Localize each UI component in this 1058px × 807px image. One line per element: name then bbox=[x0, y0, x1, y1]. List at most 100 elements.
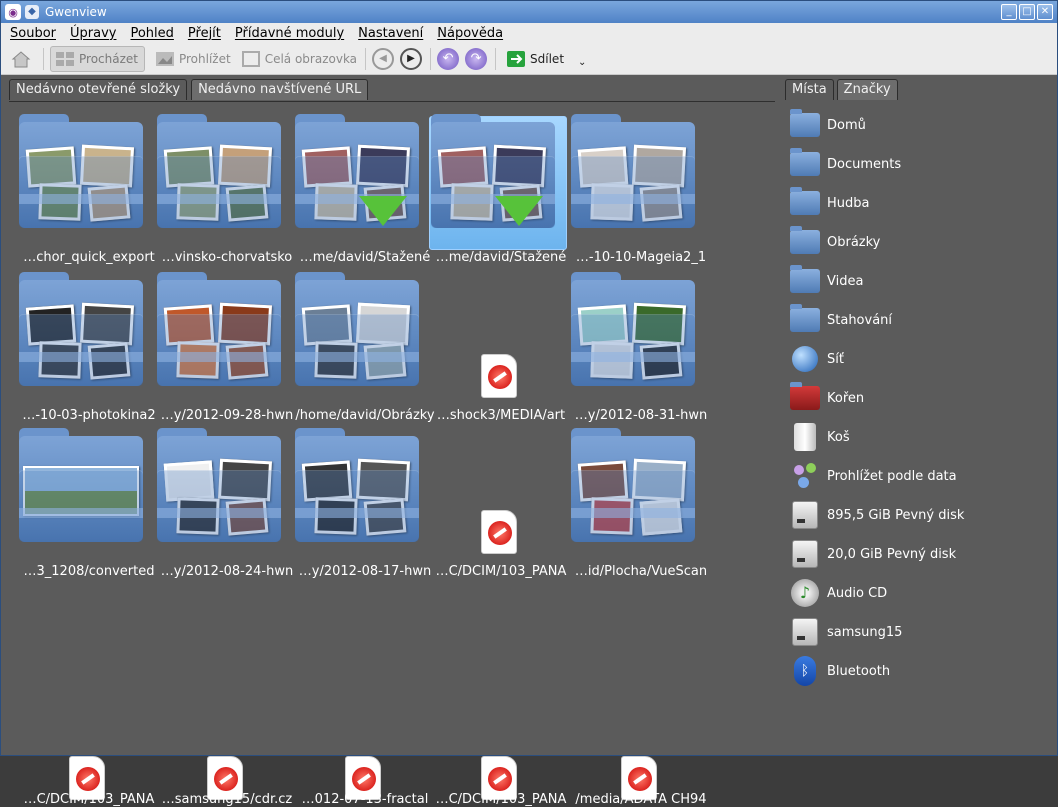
folder-thumbnail[interactable]: …y/2012-08-17-hwn bbox=[295, 424, 433, 579]
place-label: Koš bbox=[827, 429, 850, 445]
fullscreen-label: Celá obrazovka bbox=[264, 51, 358, 66]
folder-thumbnail[interactable]: …-10-10-Mageia2_1 bbox=[571, 110, 709, 265]
toolbar-separator bbox=[430, 47, 432, 70]
home-button[interactable] bbox=[7, 46, 35, 72]
minimize-button[interactable]: _ bbox=[1001, 4, 1017, 20]
tab-tags[interactable]: Značky bbox=[836, 79, 898, 100]
thumbnail-label: …y/2012-08-17-hwn bbox=[298, 564, 432, 579]
folder-icon bbox=[295, 114, 419, 228]
place-item[interactable]: Koš bbox=[789, 420, 1051, 454]
place-label: Obrázky bbox=[827, 234, 881, 250]
folder-thumbnail[interactable]: …y/2012-08-24-hwn bbox=[157, 424, 295, 579]
folder-thumbnail[interactable]: …3_1208/converted bbox=[19, 424, 157, 579]
file-thumbnail[interactable]: …C/DCIM/103_PANA bbox=[431, 652, 569, 807]
maximize-button[interactable]: □ bbox=[1019, 4, 1035, 20]
menu-soubor[interactable]: Soubor bbox=[10, 26, 56, 41]
folder-thumbnail[interactable]: …id/Plocha/VueScan bbox=[571, 424, 709, 579]
calendar-browse-icon bbox=[789, 461, 821, 491]
download-arrow-icon bbox=[495, 196, 543, 226]
bluetooth-icon: ᛒ bbox=[789, 656, 821, 686]
previous-button[interactable]: ◀ bbox=[372, 47, 395, 70]
thumbnail-label: …y/2012-09-28-hwn bbox=[160, 408, 294, 423]
tab-recent-folders[interactable]: Nedávno otevřené složky bbox=[9, 79, 188, 100]
tab-places[interactable]: Místa bbox=[785, 79, 834, 100]
place-item[interactable]: Síť bbox=[789, 342, 1051, 376]
thumbnail-label: …-10-10-Mageia2_1 bbox=[575, 250, 707, 265]
folder-icon bbox=[431, 114, 555, 228]
file-thumbnail[interactable]: …C/DCIM/103_PANA bbox=[431, 424, 569, 579]
place-item[interactable]: ᛒ Bluetooth bbox=[789, 654, 1051, 688]
folder-thumbnail[interactable]: …vinsko-chorvatsko bbox=[157, 110, 295, 265]
place-label: 895,5 GiB Pevný disk bbox=[827, 507, 965, 523]
browse-button[interactable]: Procházet bbox=[50, 45, 145, 72]
folder-icon bbox=[157, 114, 281, 228]
place-label: Audio CD bbox=[827, 585, 888, 601]
file-thumbnail[interactable]: /media/ADATA CH94 bbox=[571, 652, 709, 807]
place-item[interactable]: 20,0 GiB Pevný disk bbox=[789, 537, 1051, 571]
place-item[interactable]: Obrázky bbox=[789, 225, 1051, 259]
folder-thumbnail[interactable]: …me/david/Stažené bbox=[429, 110, 569, 265]
folder-thumbnail[interactable]: …y/2012-09-28-hwn bbox=[157, 268, 295, 423]
menu-pohled[interactable]: Pohled bbox=[130, 26, 173, 41]
place-item[interactable]: samsung15 bbox=[789, 615, 1051, 649]
fullscreen-button[interactable]: Celá obrazovka bbox=[237, 46, 357, 72]
folder-icon bbox=[789, 148, 821, 179]
thumbnail-label: …C/DCIM/103_PANA bbox=[23, 792, 155, 807]
menu-upravy[interactable]: Úpravy bbox=[70, 26, 116, 41]
chevron-down-icon[interactable]: ⌄ bbox=[578, 57, 586, 68]
folder-thumbnail[interactable]: …y/2012-08-31-hwn bbox=[571, 268, 709, 423]
share-button[interactable]: Sdílet ⌄ bbox=[502, 46, 586, 72]
audio-cd-icon: ♪ bbox=[789, 578, 821, 608]
place-item[interactable]: Documents bbox=[789, 147, 1051, 181]
folder-thumbnail[interactable]: /home/david/Obrázky bbox=[295, 268, 435, 423]
usb-drive-icon bbox=[789, 617, 821, 647]
place-item[interactable]: Stahování bbox=[789, 303, 1051, 337]
close-button[interactable]: ✕ bbox=[1037, 4, 1053, 20]
file-thumbnail[interactable]: …C/DCIM/103_PANA bbox=[19, 652, 157, 807]
place-label: Kořen bbox=[827, 390, 865, 406]
grid-icon bbox=[56, 51, 74, 66]
folder-thumbnail[interactable]: …-10-03-photokina2 bbox=[19, 268, 157, 423]
file-thumbnail[interactable]: …samsung15/cdr.cz bbox=[157, 652, 295, 807]
place-item[interactable]: 895,5 GiB Pevný disk bbox=[789, 498, 1051, 532]
file-thumbnail[interactable]: …012-07-13-fractal bbox=[295, 652, 433, 807]
folder-icon bbox=[19, 272, 143, 386]
folder-icon bbox=[295, 272, 419, 386]
place-label: Stahování bbox=[827, 312, 893, 328]
window-menu-icon[interactable]: ◆ bbox=[25, 5, 39, 19]
thumbnail-grid[interactable]: …chor_quick_export …vinsko-chorvatsko …me/… bbox=[9, 101, 775, 807]
folder-thumbnail[interactable]: …chor_quick_export bbox=[19, 110, 157, 265]
view-button[interactable]: Prohlížet bbox=[151, 46, 231, 72]
title-bar: ◉ ◆ Gwenview _ □ ✕ bbox=[1, 1, 1057, 23]
menu-nastaveni[interactable]: Nastavení bbox=[358, 26, 423, 41]
place-item[interactable]: Kořen bbox=[789, 381, 1051, 415]
thumbnail-label: …vinsko-chorvatsko bbox=[161, 250, 293, 265]
file-thumbnail[interactable]: …shock3/MEDIA/art bbox=[431, 268, 569, 423]
rotate-right-button[interactable]: ↷ bbox=[465, 47, 488, 70]
place-label: Documents bbox=[827, 156, 902, 172]
download-folder-icon bbox=[789, 304, 821, 335]
place-item[interactable]: Domů bbox=[789, 108, 1051, 142]
window-title: Gwenview bbox=[45, 5, 107, 19]
folder-icon bbox=[19, 428, 143, 542]
thumbnail-label: /media/ADATA CH94 bbox=[575, 792, 707, 807]
place-label: Videa bbox=[827, 273, 864, 289]
download-arrow-icon bbox=[359, 196, 407, 226]
menu-napoveda[interactable]: Nápověda bbox=[437, 26, 503, 41]
rotate-left-button[interactable]: ↶ bbox=[437, 47, 460, 70]
folder-thumbnail[interactable]: …me/david/Stažené bbox=[295, 110, 433, 265]
menu-prejit[interactable]: Přejít bbox=[188, 26, 221, 41]
tab-recent-urls[interactable]: Nedávno navštívené URL bbox=[191, 79, 369, 100]
place-item[interactable]: Prohlížet podle data bbox=[789, 459, 1051, 493]
folder-icon bbox=[295, 428, 419, 542]
previous-icon: ◀ bbox=[379, 53, 387, 64]
menu-pridavne-moduly[interactable]: Přídavné moduly bbox=[235, 26, 344, 41]
place-label: Prohlížet podle data bbox=[827, 468, 957, 484]
place-item[interactable]: Videa bbox=[789, 264, 1051, 298]
place-item[interactable]: ♪ Audio CD bbox=[789, 576, 1051, 610]
thumbnail-label: …me/david/Stažené bbox=[299, 250, 431, 265]
place-item[interactable]: Hudba bbox=[789, 186, 1051, 220]
folder-icon bbox=[571, 114, 695, 228]
next-button[interactable]: ▶ bbox=[400, 47, 423, 70]
folder-icon bbox=[157, 428, 281, 542]
